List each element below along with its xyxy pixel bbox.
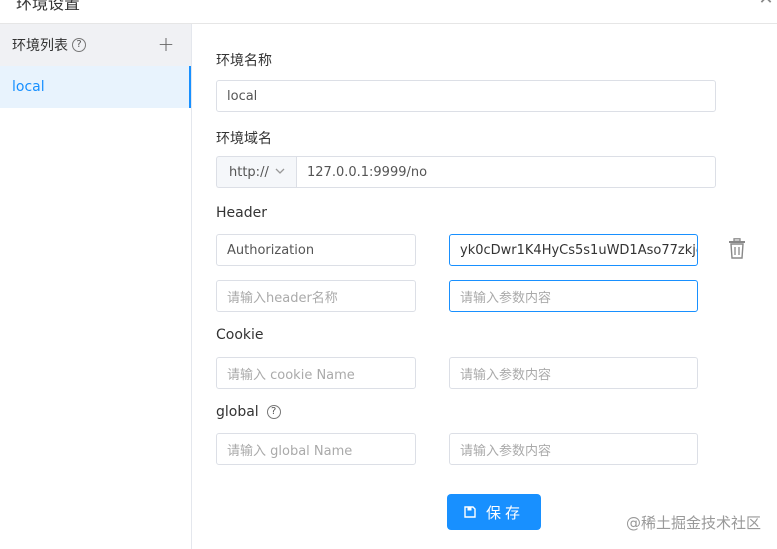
cookie-value-input[interactable]: 请输入参数内容 [449,357,698,389]
dialog-header: 环境设置 ✕ [0,0,777,24]
header-label: Header [216,205,267,221]
sidebar-item-label: local [12,79,45,95]
save-icon [464,506,476,518]
env-domain-label: 环境域名 [216,131,272,147]
protocol-value: http:// [229,164,269,180]
save-button-label: 保存 [485,503,524,522]
global-label: global ? [216,404,281,420]
help-icon[interactable]: ? [266,405,281,419]
environment-sidebar: 环境列表 ? + local [0,24,192,549]
help-icon[interactable]: ? [72,38,86,52]
env-name-label: 环境名称 [216,53,272,69]
env-domain-input[interactable]: 127.0.0.1:9999/no [296,156,716,188]
dialog-title: 环境设置 [16,0,81,13]
trash-icon[interactable] [727,238,747,260]
header-value-input[interactable]: yk0cDwr1K4HyCs5s1uWD1Aso77zkjcAQ [449,234,698,266]
global-value-input[interactable]: 请输入参数内容 [449,433,698,465]
watermark: @稀土掘金技术社区 [625,514,761,532]
close-icon[interactable]: ✕ [755,0,777,10]
cookie-name-input[interactable]: 请输入 cookie Name [216,357,416,389]
header-name-input[interactable]: Authorization [216,234,416,266]
new-header-value-input[interactable]: 请输入参数内容 [449,280,698,312]
new-header-name-input[interactable]: 请输入header名称 [216,280,416,312]
environment-form: 环境名称 local 环境域名 http:// 127.0.0.1:9999/n… [192,24,777,549]
cookie-label: Cookie [216,327,264,343]
protocol-select[interactable]: http:// [216,156,296,188]
global-name-input[interactable]: 请输入 global Name [216,433,416,465]
add-environment-icon[interactable]: + [157,34,175,54]
sidebar-title: 环境列表 [12,38,68,54]
sidebar-header: 环境列表 ? + [0,24,191,66]
chevron-down-icon [275,168,285,174]
global-label-text: global [216,404,259,420]
save-button[interactable]: 保存 [447,494,541,530]
sidebar-item-local[interactable]: local [0,66,191,108]
env-name-input[interactable]: local [216,80,716,112]
